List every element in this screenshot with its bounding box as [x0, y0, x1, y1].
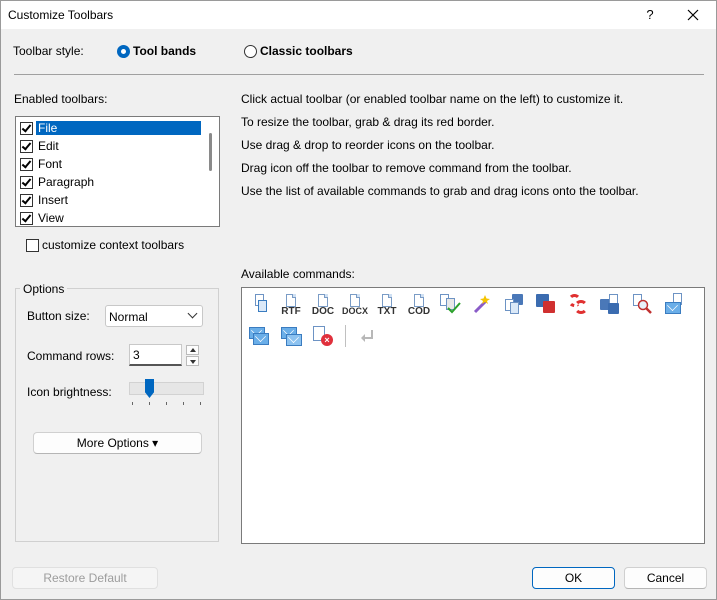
- instruction-line: To resize the toolbar, grab & drag its r…: [241, 115, 495, 129]
- icon-brightness-slider[interactable]: [129, 382, 204, 395]
- format-label: DOC: [311, 306, 335, 317]
- instruction-line: Drag icon off the toolbar to remove comm…: [241, 161, 572, 175]
- help-button[interactable]: ?: [637, 5, 663, 25]
- checkbox[interactable]: [20, 122, 33, 135]
- available-commands-panel[interactable]: [241, 287, 705, 544]
- slider-tick: [149, 402, 150, 405]
- slider-tick: [200, 402, 201, 405]
- customize-context-label[interactable]: customize context toolbars: [42, 238, 184, 252]
- list-item-label: Paragraph: [38, 175, 95, 189]
- arrow-down-icon: [190, 360, 196, 364]
- checkbox[interactable]: [20, 194, 33, 207]
- command-rows-label: Command rows:: [27, 349, 115, 363]
- ok-button[interactable]: OK: [532, 567, 615, 589]
- icon-brightness-label: Icon brightness:: [27, 385, 112, 399]
- spin-down-button[interactable]: [186, 356, 199, 366]
- button-size-value: Normal: [109, 310, 148, 324]
- format-label: TXT: [377, 306, 397, 317]
- close-button[interactable]: [679, 5, 707, 25]
- instruction-line: Click actual toolbar (or enabled toolbar…: [241, 92, 624, 106]
- list-item-paragraph[interactable]: Paragraph: [18, 173, 203, 191]
- line-break-icon[interactable]: [357, 325, 379, 347]
- command-rows-input[interactable]: 3: [129, 344, 182, 366]
- list-item-label: Font: [38, 157, 63, 171]
- tool-bands-radio[interactable]: [117, 45, 130, 58]
- list-item-label: Edit: [38, 139, 59, 153]
- enabled-toolbars-list[interactable]: File Edit Font Paragraph Insert View: [15, 116, 220, 227]
- tool-bands-label[interactable]: Tool bands: [133, 44, 196, 58]
- slider-tick: [132, 402, 133, 405]
- format-label: RTF: [281, 306, 301, 317]
- classic-toolbars-radio[interactable]: [244, 45, 257, 58]
- toolbar-style-label: Toolbar style:: [13, 44, 84, 58]
- slider-tick: [166, 402, 167, 405]
- lifebuoy-icon[interactable]: [567, 293, 589, 315]
- slider-tick: [183, 402, 184, 405]
- button-size-label: Button size:: [27, 309, 90, 323]
- command-rows-value: 3: [133, 348, 140, 362]
- more-options-button[interactable]: More Options ▾: [33, 432, 202, 454]
- enabled-toolbars-label: Enabled toolbars:: [14, 92, 108, 106]
- save-txt-icon[interactable]: TXT: [376, 293, 398, 317]
- save-copy-icon[interactable]: [503, 293, 525, 315]
- arrow-up-icon: [190, 348, 196, 352]
- save-all-icon[interactable]: [599, 293, 621, 315]
- list-item-label: File: [36, 121, 201, 135]
- new-document-icon[interactable]: [248, 293, 270, 315]
- restore-default-button[interactable]: Restore Default: [12, 567, 158, 589]
- instruction-line: Use the list of available commands to gr…: [241, 184, 639, 198]
- save-doc-icon[interactable]: DOC: [312, 293, 334, 317]
- find-document-icon[interactable]: [631, 293, 653, 315]
- magic-wand-icon[interactable]: [471, 293, 493, 315]
- list-item-view[interactable]: View: [18, 209, 203, 226]
- cancel-button[interactable]: Cancel: [624, 567, 707, 589]
- save-disk-icon[interactable]: [535, 293, 557, 315]
- list-item-label: Insert: [38, 193, 69, 207]
- close-document-icon[interactable]: ×: [312, 325, 334, 347]
- email-icon[interactable]: [248, 325, 270, 347]
- spin-up-button[interactable]: [186, 345, 199, 355]
- checkbox[interactable]: [20, 176, 33, 189]
- list-item-edit[interactable]: Edit: [18, 137, 203, 155]
- save-rtf-icon[interactable]: RTF: [280, 293, 302, 317]
- close-icon: [687, 9, 699, 21]
- available-commands-label: Available commands:: [241, 267, 355, 281]
- window-title: Customize Toolbars: [8, 8, 114, 22]
- command-separator: [345, 325, 346, 347]
- list-item-insert[interactable]: Insert: [18, 191, 203, 209]
- check-document-icon[interactable]: [439, 293, 461, 315]
- checkbox[interactable]: [20, 158, 33, 171]
- customize-context-checkbox[interactable]: [26, 239, 39, 252]
- format-label: COD: [407, 306, 431, 317]
- list-scrollbar[interactable]: [209, 133, 212, 171]
- checkbox[interactable]: [20, 140, 33, 153]
- save-docx-icon[interactable]: DOCX: [342, 293, 368, 316]
- list-item-label: View: [38, 211, 64, 225]
- customize-toolbars-dialog: Customize Toolbars ? Toolbar style: Tool…: [0, 0, 717, 600]
- list-item-file[interactable]: File: [18, 119, 203, 137]
- chevron-down-icon: [187, 308, 198, 319]
- title-bar: Customize Toolbars ?: [1, 1, 716, 29]
- button-size-select[interactable]: Normal: [105, 305, 203, 327]
- options-legend: Options: [20, 282, 68, 296]
- classic-toolbars-label[interactable]: Classic toolbars: [260, 44, 353, 58]
- save-cod-icon[interactable]: COD: [408, 293, 430, 317]
- send-mail-icon[interactable]: [663, 293, 685, 315]
- instruction-line: Use drag & drop to reorder icons on the …: [241, 138, 495, 152]
- list-item-font[interactable]: Font: [18, 155, 203, 173]
- format-label: DOCX: [341, 306, 368, 316]
- checkbox[interactable]: [20, 212, 33, 225]
- forward-mail-icon[interactable]: [280, 325, 302, 347]
- separator: [14, 74, 704, 75]
